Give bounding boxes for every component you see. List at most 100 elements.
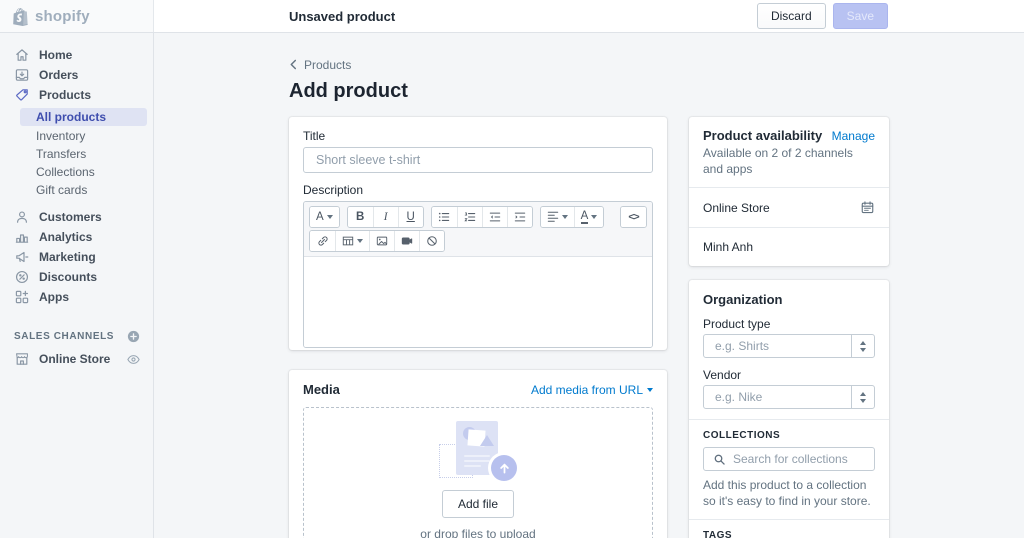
font-style-button[interactable]: A: [310, 207, 339, 227]
sidebar-item-orders[interactable]: Orders: [0, 65, 153, 85]
sidebar-item-marketing[interactable]: Marketing: [0, 247, 153, 267]
bulleted-list-button[interactable]: [432, 207, 457, 227]
sidebar-item-label: Products: [39, 88, 91, 102]
search-icon: [713, 453, 726, 466]
tags-label: TAGS: [703, 530, 875, 538]
show-html-button[interactable]: <>: [621, 207, 646, 227]
indent-button[interactable]: [507, 207, 532, 227]
shopify-bag-icon: [13, 7, 30, 26]
sidebar-item-label: Customers: [39, 210, 102, 224]
product-type-label: Product type: [703, 317, 875, 331]
sidebar-item-label: Marketing: [39, 250, 96, 264]
upload-arrow-icon: [491, 455, 517, 481]
discard-button[interactable]: Discard: [757, 3, 826, 29]
organization-title: Organization: [703, 292, 875, 307]
insert-link-button[interactable]: [310, 231, 335, 251]
outdent-button[interactable]: [482, 207, 507, 227]
organization-card: Organization Product type e.g. Shirts Ve…: [689, 280, 889, 538]
stepper-icon[interactable]: [851, 386, 874, 408]
contextual-save-bar: Unsaved product Discard Save: [154, 0, 1024, 32]
home-icon: [14, 47, 30, 63]
collections-searchbox: [703, 447, 875, 471]
shopify-admin-page: shopify Unsaved product Discard Save Hom…: [0, 0, 1024, 538]
sidebar-item-products[interactable]: Products: [0, 85, 153, 105]
sidebar-item-label: Apps: [39, 290, 69, 304]
collections-label: COLLECTIONS: [703, 430, 875, 441]
breadcrumb[interactable]: Products: [289, 57, 351, 72]
sidebar-subitem-inventory[interactable]: Inventory: [0, 127, 153, 145]
vendor-label: Vendor: [703, 368, 875, 382]
caret-down-icon: [562, 215, 568, 219]
sidebar-subitem-transfers[interactable]: Transfers: [0, 145, 153, 163]
sidebar-item-home[interactable]: Home: [0, 45, 153, 65]
availability-title: Product availability: [703, 128, 822, 143]
sidebar-item-analytics[interactable]: Analytics: [0, 227, 153, 247]
text-color-button[interactable]: A: [574, 207, 604, 227]
sales-channels-header: SALES CHANNELS: [0, 325, 153, 348]
sidebar-item-apps[interactable]: Apps: [0, 287, 153, 307]
sidebar-subitem-all-products[interactable]: All products: [20, 108, 147, 126]
chevron-left-icon: [289, 59, 298, 70]
media-title: Media: [303, 382, 340, 397]
caret-down-icon: [327, 215, 333, 219]
stepper-icon[interactable]: [851, 335, 874, 357]
sidebar-item-customers[interactable]: Customers: [0, 207, 153, 227]
channel-row-label: Online Store: [703, 201, 770, 215]
insert-table-button[interactable]: [335, 231, 369, 251]
topbar: shopify Unsaved product Discard Save: [0, 0, 1024, 33]
media-dropzone[interactable]: Add file or drop files to upload: [303, 407, 653, 538]
title-input[interactable]: [303, 147, 653, 173]
availability-subtitle: Available on 2 of 2 channels and apps: [703, 146, 875, 177]
save-button[interactable]: Save: [833, 3, 888, 29]
underline-button[interactable]: U: [398, 207, 423, 227]
numbered-list-button[interactable]: [457, 207, 482, 227]
italic-button[interactable]: I: [373, 207, 398, 227]
sidebar-item-label: Analytics: [39, 230, 92, 244]
sidebar-subitem-collections[interactable]: Collections: [0, 163, 153, 181]
bold-button[interactable]: B: [348, 207, 373, 227]
manage-availability-link[interactable]: Manage: [832, 129, 875, 143]
channel-row-label: Minh Anh: [703, 240, 753, 254]
collections-help-text: Add this product to a collection so it's…: [703, 478, 875, 510]
products-tag-icon: [14, 87, 30, 103]
channel-row-minh-anh: Minh Anh: [689, 227, 889, 266]
add-sales-channel-icon[interactable]: [126, 329, 141, 344]
vendor-placeholder: e.g. Nike: [704, 386, 851, 408]
product-type-placeholder: e.g. Shirts: [704, 335, 851, 357]
customers-icon: [14, 209, 30, 225]
calendar-icon[interactable]: [860, 200, 875, 215]
editor-toolbar: A B I U: [304, 202, 652, 257]
description-editor: A B I U: [303, 201, 653, 348]
sales-channels-label: SALES CHANNELS: [14, 331, 114, 342]
alignment-button[interactable]: [541, 207, 574, 227]
shopify-logo[interactable]: shopify: [0, 0, 154, 32]
sidebar-subitem-gift-cards[interactable]: Gift cards: [0, 181, 153, 199]
products-submenu: All products Inventory Transfers Collect…: [0, 105, 153, 204]
sidebar-item-discounts[interactable]: Discounts: [0, 267, 153, 287]
marketing-icon: [14, 249, 30, 265]
caret-down-icon: [357, 239, 363, 243]
sidebar-item-label: Orders: [39, 68, 78, 82]
insert-image-button[interactable]: [369, 231, 394, 251]
clear-formatting-button[interactable]: [419, 231, 444, 251]
channel-label: Online Store: [39, 352, 110, 366]
collections-search-input[interactable]: [733, 452, 865, 466]
discounts-icon: [14, 269, 30, 285]
channel-row-online-store: Online Store: [689, 187, 889, 227]
caret-down-icon: [591, 215, 597, 219]
insert-video-button[interactable]: [394, 231, 419, 251]
product-type-select[interactable]: e.g. Shirts: [703, 334, 875, 358]
product-details-card: Title Description A: [289, 117, 667, 350]
shopify-wordmark: shopify: [35, 8, 90, 25]
media-card: Media Add media from URL: [289, 370, 667, 538]
caret-down-icon: [647, 388, 653, 392]
apps-icon: [14, 289, 30, 305]
sidebar-item-online-store[interactable]: Online Store: [0, 348, 153, 370]
vendor-select[interactable]: e.g. Nike: [703, 385, 875, 409]
orders-icon: [14, 67, 30, 83]
eye-icon[interactable]: [126, 352, 141, 367]
add-file-button[interactable]: Add file: [442, 490, 514, 518]
breadcrumb-label: Products: [304, 58, 351, 72]
add-media-from-url-link[interactable]: Add media from URL: [531, 383, 653, 397]
description-textarea[interactable]: [304, 257, 652, 347]
